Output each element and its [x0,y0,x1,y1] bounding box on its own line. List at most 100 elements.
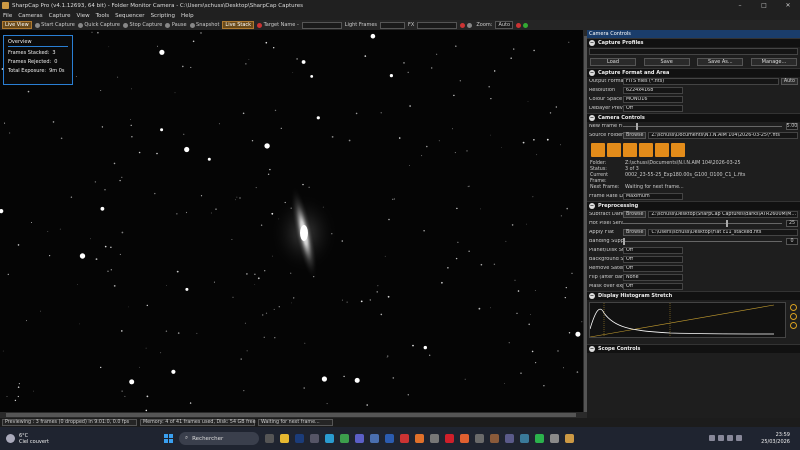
chevron-up-icon[interactable] [709,435,715,441]
output-format-select[interactable]: FITS files (*.fits) [623,78,779,85]
live-stack-button[interactable]: Live Stack [222,21,255,29]
slider-knob[interactable] [623,238,625,245]
menu-file[interactable]: File [3,13,12,19]
app-icon[interactable] [310,434,319,443]
source-folder-field[interactable]: Z:\schuss\Documents\N.I.N.AIM 104\2026-0… [648,132,798,139]
frame-type-select[interactable] [380,21,406,29]
snapshot-button[interactable]: Snapshot [189,21,219,29]
teams-icon[interactable] [355,434,364,443]
menu-cameras[interactable]: Cameras [18,13,42,19]
browse-source-button[interactable]: Browse [623,132,647,139]
photoshop-icon[interactable] [295,434,304,443]
edge-icon[interactable] [325,434,334,443]
rewind-icon[interactable] [591,143,605,157]
app-icon[interactable] [475,434,484,443]
skip-end-icon[interactable] [671,143,685,157]
zoom-select[interactable]: Auto [495,21,514,29]
app-icon[interactable] [505,434,514,443]
file-explorer-icon[interactable] [280,434,289,443]
hot-pixel-slider[interactable] [623,220,782,227]
auto-button[interactable]: Auto [780,78,798,85]
word-icon[interactable] [385,434,394,443]
histogram-plot[interactable] [589,302,797,338]
manage-button[interactable]: Manage... [750,58,797,66]
slider-knob[interactable] [726,220,729,227]
auto-stretch-icon[interactable] [790,313,797,320]
browse-flat-button[interactable]: Browse [623,229,647,236]
banding-slider[interactable] [623,238,782,245]
close-button[interactable]: ✕ [776,0,800,11]
subtract-dark-field[interactable]: Z:\schuss\Desktop\SharpCap Captures\dark… [648,211,798,218]
menu-scripting[interactable]: Scripting [151,13,175,19]
menu-capture[interactable]: Capture [49,13,71,19]
minimize-button[interactable]: – [728,0,752,11]
skip-start-icon[interactable] [607,143,621,157]
clock[interactable]: 23:59 25/03/2026 [761,432,790,446]
save-button[interactable]: Save [643,58,690,66]
stop-capture-button[interactable]: Stop Capture [122,21,162,29]
capture-profiles-header[interactable]: − Capture Profiles [587,38,800,47]
sharpcap-icon[interactable] [565,434,574,443]
netflix-icon[interactable] [445,434,454,443]
app-icon[interactable] [460,434,469,443]
remove-sat-select[interactable]: Off [623,265,683,272]
frame-rate-select[interactable]: Maximum [623,193,683,200]
battery-icon[interactable] [736,435,742,441]
firefox-icon[interactable] [415,434,424,443]
weather-widget[interactable]: 6°C Ciel couvert [6,433,116,445]
planet-select[interactable]: Off [623,247,683,254]
mask-select[interactable]: Off [623,283,683,290]
reset-stretch-icon[interactable] [790,304,797,311]
fx-select[interactable] [417,21,458,29]
browse-dark-button[interactable]: Browse [623,211,647,218]
slider-knob[interactable] [635,123,638,130]
scope-controls-header[interactable]: − Scope Controls [587,344,800,353]
horizontal-scroll-thumb[interactable] [6,413,576,417]
background-select[interactable]: Off [623,256,683,263]
apply-flat-field[interactable]: C:\Users\schuss\Desktop\Flat c11_stacked… [648,229,798,236]
repeat-icon[interactable] [639,143,653,157]
lightning-icon[interactable] [790,322,797,329]
pause-icon[interactable] [623,143,637,157]
task-view-icon[interactable] [265,434,274,443]
toolbar-tools[interactable] [460,21,473,29]
toolbar-extra[interactable] [516,21,529,29]
app-icon[interactable] [520,434,529,443]
app-icon[interactable] [370,434,379,443]
taskbar-search[interactable]: ⌕ Rechercher [179,432,259,445]
volume-icon[interactable] [727,435,733,441]
app-icon[interactable] [490,434,499,443]
save-as-button[interactable]: Save As... [697,58,744,66]
start-capture-button[interactable]: Start Capture [34,21,75,29]
menu-help[interactable]: Help [181,13,194,19]
new-frame-delay-slider[interactable] [623,123,782,130]
pause-button[interactable]: Pause [165,21,187,29]
load-button[interactable]: Load [590,58,636,66]
app-icon[interactable] [550,434,559,443]
target-name-select[interactable] [301,21,342,29]
resolution-select[interactable]: 6224x4168 [623,87,683,94]
banding-value[interactable]: 0 [786,238,798,245]
play-icon[interactable] [655,143,669,157]
new-frame-delay-value[interactable]: 5.00 [786,123,798,130]
histogram-header[interactable]: − Display Histogram Stretch [587,291,800,300]
image-viewport[interactable] [0,30,583,418]
colour-space-select[interactable]: MONO16 [623,96,683,103]
profile-select[interactable] [589,48,798,55]
camera-controls-header[interactable]: − Camera Controls [587,113,800,122]
windows-start-icon[interactable] [164,434,173,443]
maximize-button[interactable]: □ [752,0,776,11]
menu-sequencer[interactable]: Sequencer [115,13,144,19]
menu-view[interactable]: View [77,13,90,19]
capture-format-header[interactable]: − Capture Format and Area [587,68,800,77]
live-view-button[interactable]: Live View [2,21,32,29]
hot-pixel-value[interactable]: 25 [786,220,798,227]
chrome-icon[interactable] [340,434,349,443]
preprocessing-header[interactable]: − Preprocessing [587,201,800,210]
debayer-select[interactable]: Off [623,105,683,112]
whatsapp-icon[interactable] [535,434,544,443]
app-icon[interactable] [430,434,439,443]
wifi-icon[interactable] [718,435,724,441]
quick-capture-button[interactable]: Quick Capture [77,21,120,29]
flip-select[interactable]: None [623,274,683,281]
